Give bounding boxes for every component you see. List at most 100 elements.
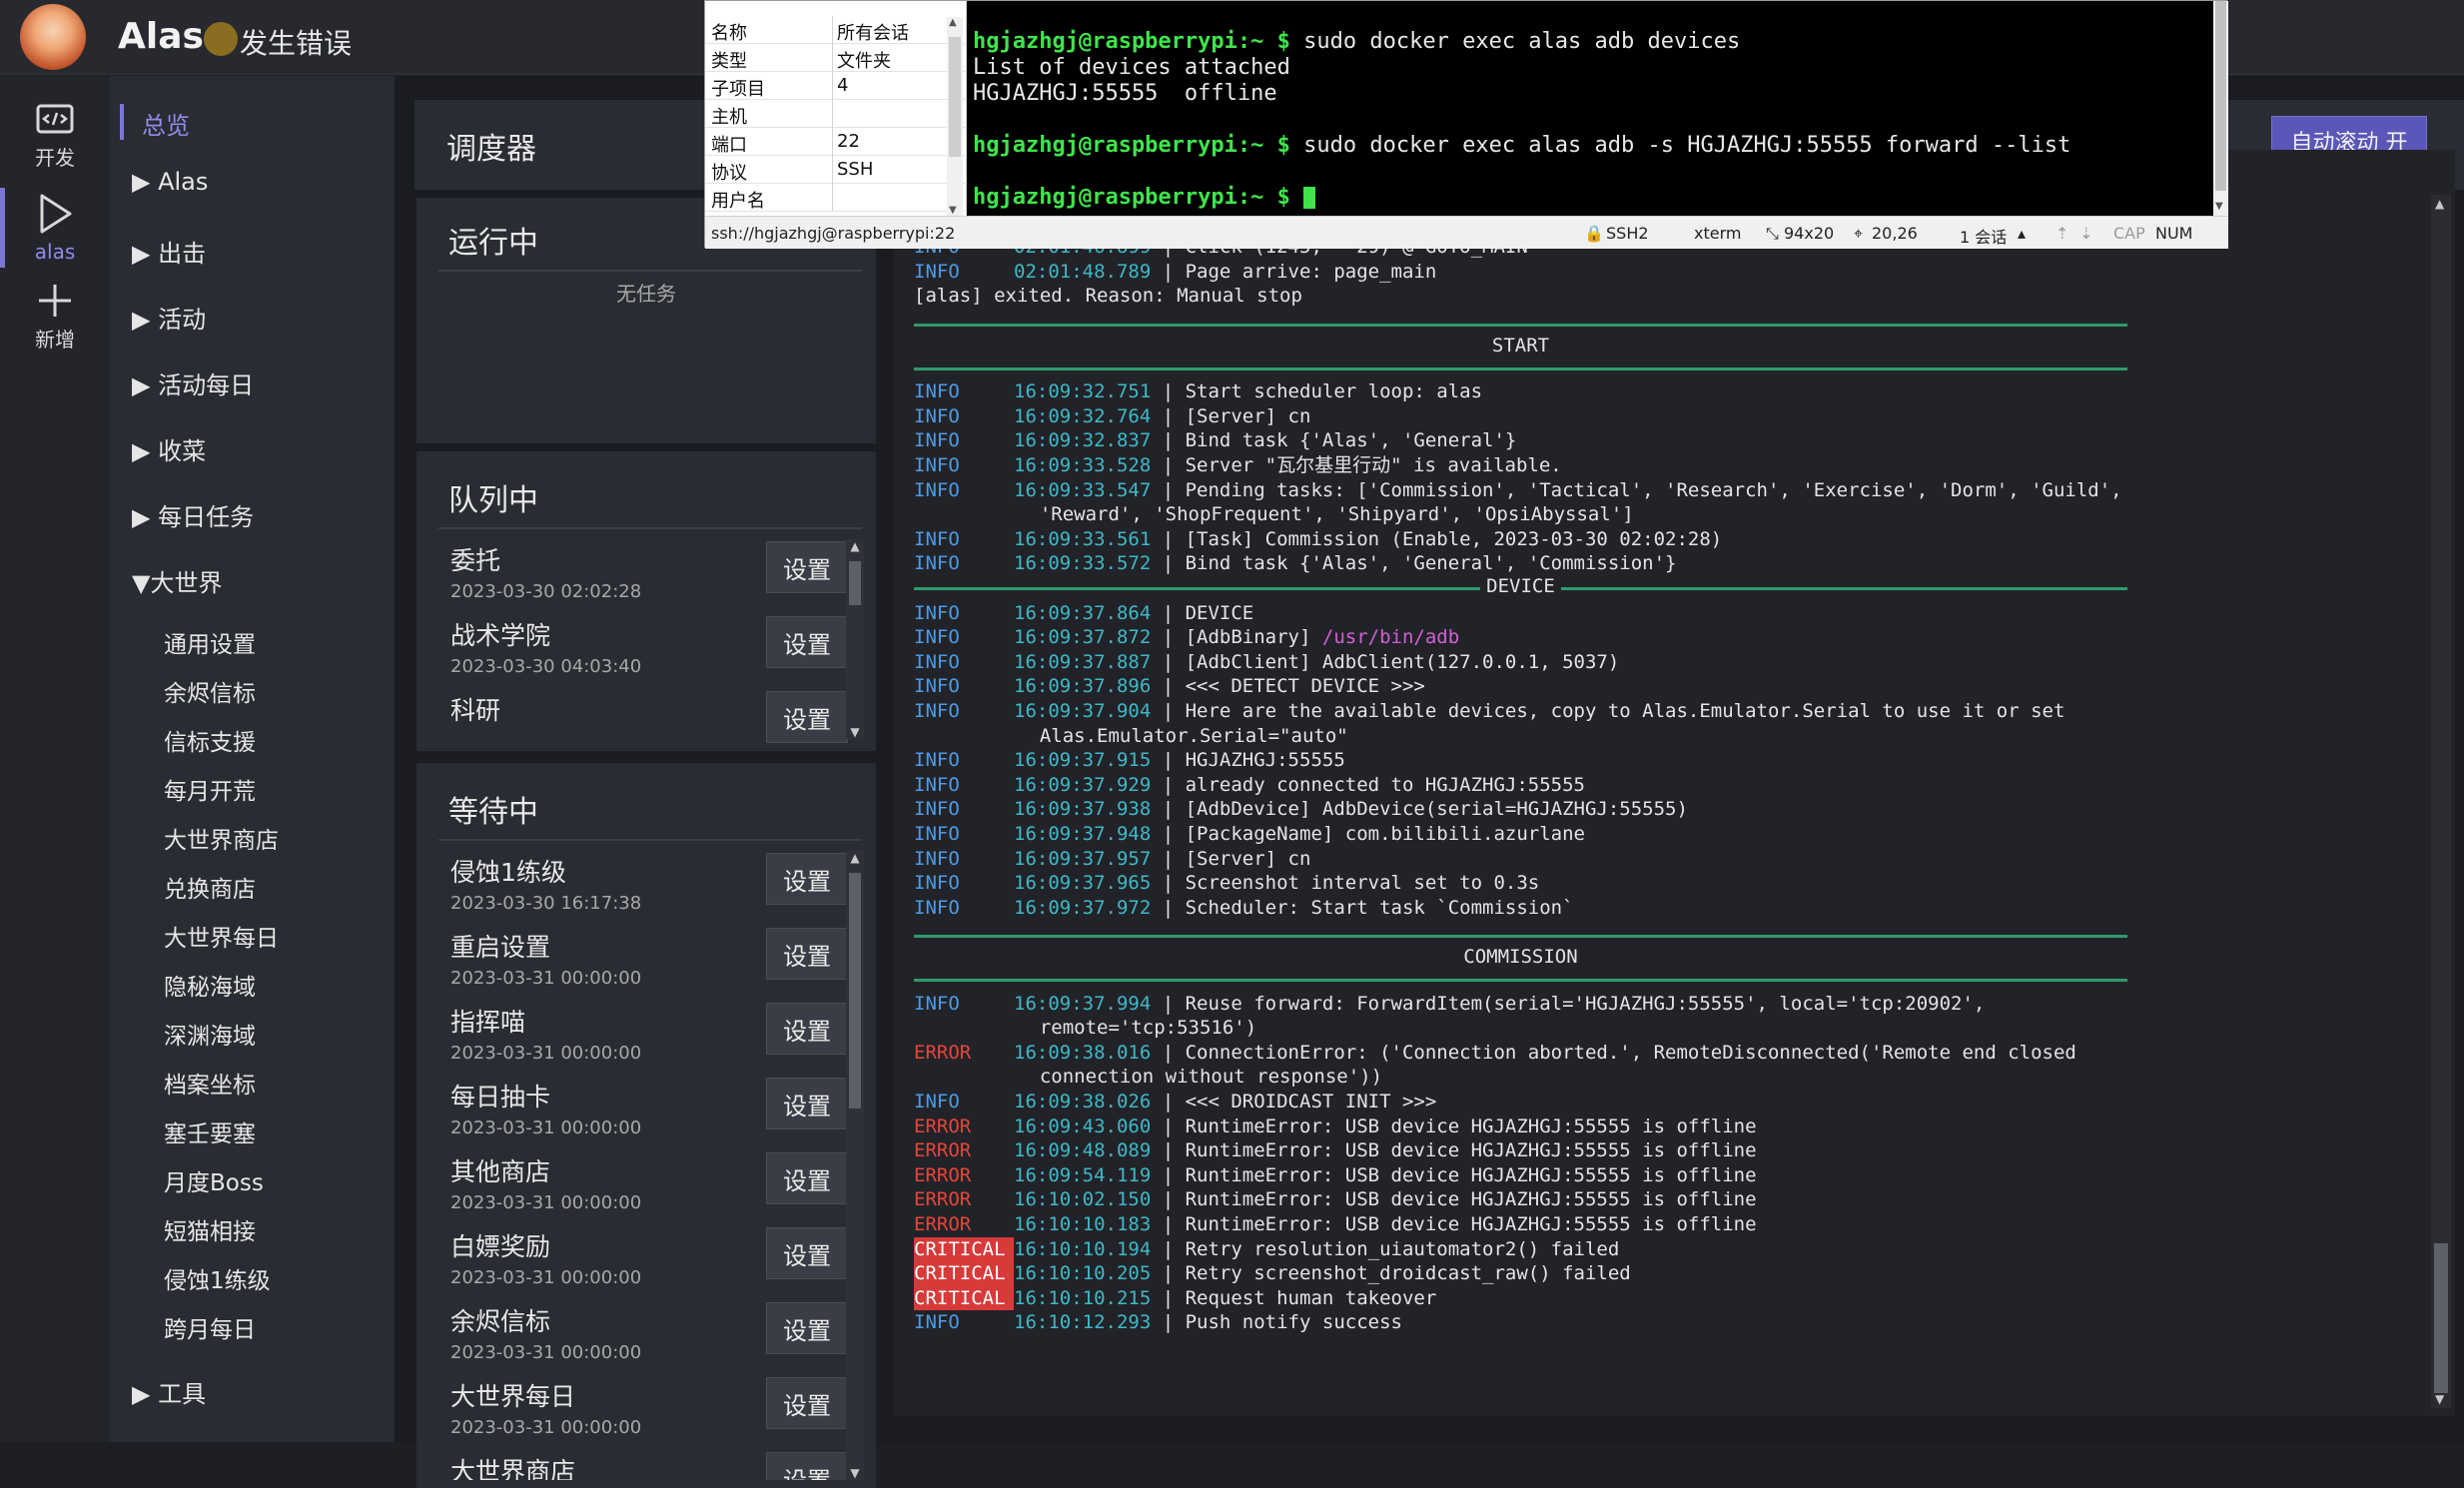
log-separator: | — [1151, 601, 1186, 624]
session-count[interactable]: 1 会话 — [1960, 224, 2007, 248]
task-settings-button[interactable]: 设置 — [766, 1377, 848, 1429]
terminal-output: hgjazhgj@raspberrypi:~ $ sudo docker exe… — [973, 29, 2070, 211]
scroll-up-icon[interactable]: ▲ — [949, 17, 957, 28]
scroll-down-icon[interactable]: ▼ — [2435, 1392, 2444, 1406]
rail-item-add[interactable]: 新增 — [0, 282, 110, 353]
log-panel: INFO02:01:46.899 | Click (1245, 29) @ GO… — [894, 150, 2455, 1416]
status-text: 发生错误 — [240, 27, 353, 60]
table-row: 主机 — [705, 100, 967, 128]
scroll-down-icon[interactable]: ▼ — [949, 205, 957, 216]
menu-sub-item[interactable]: 每月开荒 — [164, 772, 256, 806]
menu-item-tools[interactable]: ▶ 工具 — [132, 1374, 206, 1409]
terminal-window: 名称 所有会话 类型 文件夹 子项目 4 主机 端口 22 协议 SSH 用户名 ▲ ▼ … — [704, 0, 2228, 249]
menu-item-alas[interactable]: ▶ Alas — [132, 168, 208, 196]
upload-icon[interactable]: ⇡ — [2055, 224, 2068, 243]
menu-sub-item[interactable]: 侵蚀1练级 — [164, 1261, 271, 1295]
scrollbar-thumb[interactable] — [2215, 1, 2226, 191]
task-settings-button[interactable]: 设置 — [766, 1152, 848, 1204]
log-level: INFO — [914, 626, 960, 649]
waiting-scrollbar[interactable]: ▲ ▼ — [846, 851, 864, 1480]
log-message: Screenshot interval set to 0.3s — [1185, 872, 1540, 895]
menu-sub-item[interactable]: 大世界每日 — [164, 919, 279, 953]
terminal-size: 94x20 — [1784, 224, 1835, 243]
log-time: 16:09:32.837 — [1014, 429, 1152, 452]
menu-item-overview[interactable]: 总览 — [142, 106, 190, 141]
rail-item-dev[interactable]: 开发 — [0, 104, 110, 171]
menu-item-event-daily[interactable]: ▶ 活动每日 — [132, 366, 254, 400]
rail-item-alas[interactable]: alas — [0, 192, 110, 264]
menu-sub-item[interactable]: 余烬信标 — [164, 674, 256, 708]
menu-sub-item[interactable]: 隐秘海域 — [164, 968, 256, 1002]
scrollbar-thumb[interactable] — [849, 561, 861, 605]
task-settings-button[interactable]: 设置 — [766, 853, 848, 905]
scroll-down-icon[interactable]: ▼ — [846, 725, 864, 739]
task-settings-button[interactable]: 设置 — [766, 1003, 848, 1055]
log-time: 16:09:37.887 — [1014, 650, 1152, 673]
menu-item-reward[interactable]: ▶ 收菜 — [132, 431, 206, 466]
log-time: 16:09:37.929 — [1014, 773, 1152, 796]
log-time: 16:09:33.561 — [1014, 527, 1152, 550]
menu-sub-item[interactable]: 信标支援 — [164, 723, 256, 757]
log-line: INFO 16:09:37.972 | Scheduler: Start task… — [914, 896, 1574, 921]
log-message: Retry screenshot_droidcast_raw() failed — [1185, 1262, 1631, 1285]
log-separator: | — [1151, 872, 1186, 895]
scrollbar-thumb[interactable] — [949, 37, 961, 157]
properties-scrollbar[interactable]: ▲ ▼ — [947, 17, 963, 216]
menu-sub-item[interactable]: 短猫相接 — [164, 1212, 256, 1246]
table-row: 协议 SSH — [705, 156, 967, 184]
menu-sub-item[interactable]: 通用设置 — [164, 625, 256, 659]
log-scrollbar[interactable]: ▲ ▼ — [2431, 195, 2451, 1408]
task-settings-button[interactable]: 设置 — [766, 691, 848, 743]
scroll-up-icon[interactable]: ▲ — [846, 851, 864, 865]
menu-item-daily-tasks[interactable]: ▶ 每日任务 — [132, 497, 254, 532]
scroll-up-icon[interactable]: ▲ — [846, 539, 864, 553]
log-time: 16:09:37.915 — [1014, 749, 1152, 772]
task-settings-button[interactable]: 设置 — [766, 1302, 848, 1354]
log-time: 16:09:37.896 — [1014, 675, 1152, 698]
log-line: INFO 16:09:37.957 | [Server] cn — [914, 847, 1310, 872]
caret-right-icon: ▶ — [132, 503, 159, 531]
log-time: 16:10:02.150 — [1014, 1188, 1152, 1211]
log-message: [Server] cn — [1185, 847, 1311, 870]
log-level: CRITICAL — [914, 1285, 1014, 1311]
log-line: INFO 16:09:37.965 | Screenshot interval s… — [914, 871, 1539, 896]
menu-sub-item[interactable]: 档案坐标 — [164, 1066, 256, 1100]
menu-item-sortie[interactable]: ▶ 出击 — [132, 234, 206, 269]
queue-scrollbar[interactable]: ▲ ▼ — [846, 539, 864, 739]
log-line: Alas.Emulator.Serial="auto" — [914, 724, 1348, 749]
menu-sub-item[interactable]: 月度Boss — [164, 1163, 264, 1197]
caret-right-icon: ▶ — [132, 306, 159, 334]
log-line: INFO 16:09:37.929 | already connected to … — [914, 773, 1585, 798]
chevron-up-icon[interactable]: ▴ — [2018, 224, 2026, 243]
log-separator: | — [1151, 896, 1186, 919]
task-settings-button[interactable]: 设置 — [766, 1452, 848, 1480]
log-section-separator — [914, 367, 2127, 371]
menu-sub-item[interactable]: 塞壬要塞 — [164, 1115, 256, 1148]
log-level: INFO — [914, 404, 960, 427]
download-icon[interactable]: ⇣ — [2079, 224, 2092, 243]
scrollbar-thumb[interactable] — [849, 873, 861, 1109]
menu-item-opsi[interactable]: ▼大世界 — [132, 563, 222, 598]
scroll-up-icon[interactable]: ▲ — [2435, 197, 2444, 211]
task-settings-button[interactable]: 设置 — [766, 928, 848, 980]
scrollbar-thumb[interactable] — [2434, 1243, 2448, 1393]
terminal-screen[interactable]: hgjazhgj@raspberrypi:~ $ sudo docker exe… — [967, 1, 2213, 216]
terminal-line: HGJAZHGJ:55555 offline — [973, 81, 1277, 106]
log-message: RuntimeError: USB device HGJAZHGJ:55555 … — [1185, 1163, 1757, 1186]
scroll-down-icon[interactable]: ▼ — [846, 1466, 864, 1480]
log-line: INFO 16:09:37.872 | [AdbBinary] /usr/bin/… — [914, 625, 1459, 650]
menu-sub-item[interactable]: 深渊海域 — [164, 1017, 256, 1051]
task-settings-button[interactable]: 设置 — [766, 616, 848, 668]
log-line: INFO 16:09:37.904 | Here are the availabl… — [914, 699, 2064, 724]
log-line: CRITICAL 16:10:10.205 | Retry screenshot_… — [914, 1261, 1631, 1286]
menu-item-event[interactable]: ▶ 活动 — [132, 300, 206, 335]
menu-sub-item[interactable]: 兑换商店 — [164, 870, 256, 904]
terminal-scrollbar[interactable]: ▼ — [2213, 1, 2228, 216]
task-settings-button[interactable]: 设置 — [766, 1078, 848, 1129]
task-settings-button[interactable]: 设置 — [766, 1227, 848, 1279]
scroll-down-icon[interactable]: ▼ — [2215, 201, 2223, 212]
task-settings-button[interactable]: 设置 — [766, 541, 848, 593]
menu-sub-item[interactable]: 大世界商店 — [164, 821, 279, 855]
menu-sub-item[interactable]: 跨月每日 — [164, 1310, 256, 1344]
